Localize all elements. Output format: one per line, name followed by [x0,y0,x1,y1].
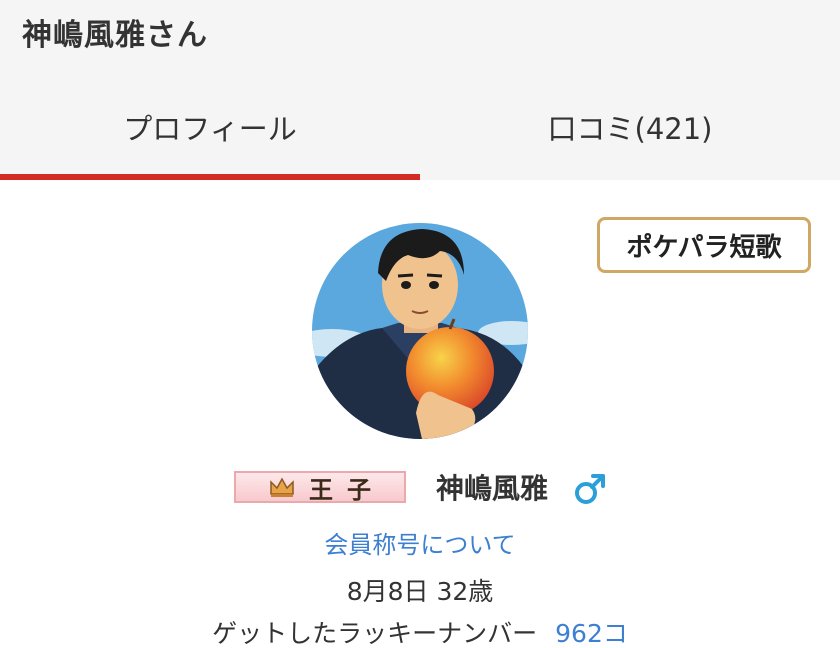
lucky-number-label: ゲットしたラッキーナンバー [212,619,538,648]
page-title: 神嶋風雅さん [22,18,208,53]
tab-reviews-label: 口コミ(421) [547,112,713,146]
crown-icon [270,477,294,497]
tab-bar: プロフィール 口コミ(421) [0,90,840,180]
avatar [312,223,528,439]
male-symbol-icon [575,474,605,504]
birthday-age: 8月8日 32歳 [346,577,494,606]
tab-profile[interactable]: プロフィール [0,90,420,180]
name-row: 王子 神嶋風雅 [0,467,840,507]
lucky-number-count[interactable]: 962コ [555,619,628,648]
pokepara-tanka-button[interactable]: ポケパラ短歌 [597,217,811,273]
rank-badge: 王子 [234,471,406,504]
profile-content: ポケパラ短歌 王子 神嶋風雅 会員称号について 8月8日 32歳 ゲットしたラッ… [0,180,840,648]
lucky-number-row: ゲットしたラッキーナンバー 962コ [0,614,840,648]
member-title-about-link[interactable]: 会員称号について [0,525,840,560]
user-name: 神嶋風雅 [436,472,549,505]
avatar-illustration [312,223,528,439]
header: 神嶋風雅さん プロフィール 口コミ(421) [0,0,840,180]
tab-profile-label: プロフィール [123,112,297,146]
tab-reviews[interactable]: 口コミ(421) [420,90,840,180]
rank-badge-label: 王子 [309,475,385,504]
